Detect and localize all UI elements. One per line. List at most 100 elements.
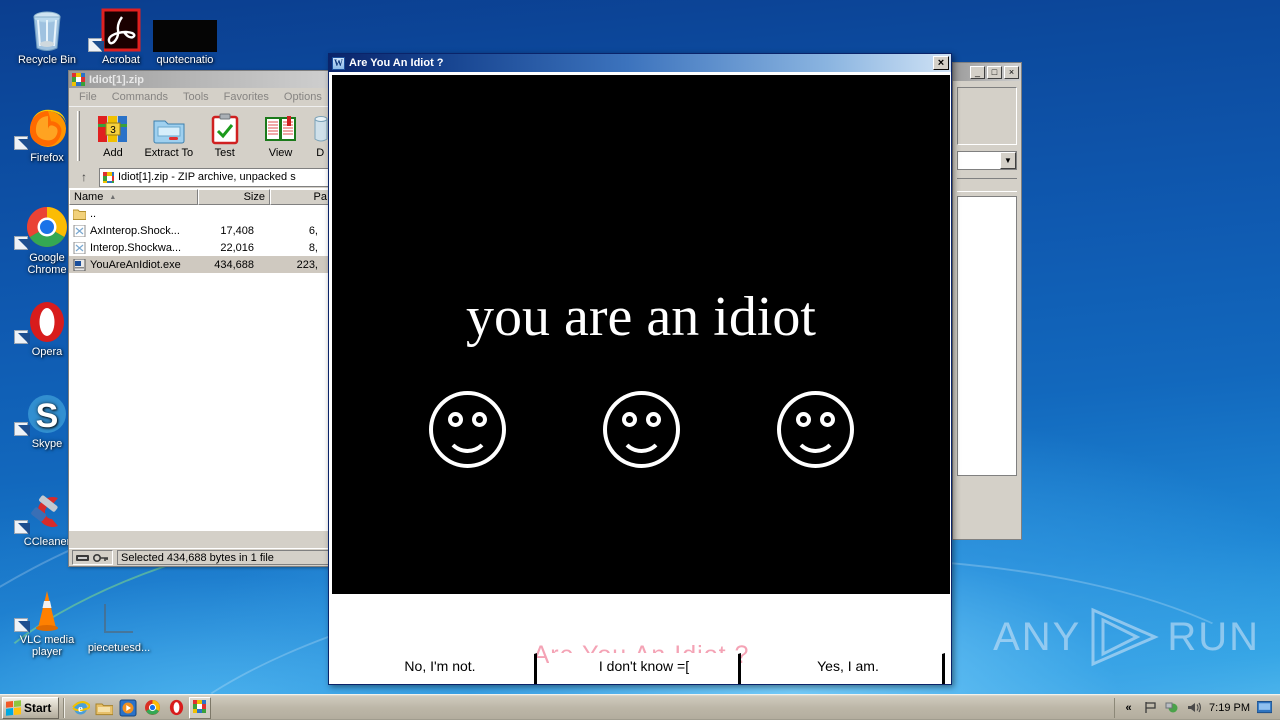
- desktop[interactable]: Recycle Bin Acrobat quotecnatio Firefox …: [0, 0, 1280, 720]
- menu-options[interactable]: Options: [284, 91, 322, 103]
- taskbar-google-chrome-icon[interactable]: [141, 697, 163, 719]
- system-tray[interactable]: « 7:19 PM: [1114, 697, 1278, 718]
- dialog-title: Are You An Idiot ?: [349, 57, 444, 69]
- yes-i-am-button[interactable]: Yes, I am.: [753, 653, 945, 684]
- desktop-icon-quotecnatio[interactable]: quotecnatio: [148, 8, 222, 66]
- background-window-pane: [957, 87, 1017, 145]
- network-icon[interactable]: [1165, 700, 1180, 715]
- winrar-window[interactable]: Idiot[1].zip File Commands Tools Favorit…: [68, 70, 333, 567]
- winrar-icon: [72, 73, 85, 86]
- toolbar-view-button[interactable]: View: [253, 111, 309, 159]
- toolbar-extract-to-button[interactable]: Extract To: [141, 111, 197, 159]
- key-icon: [93, 553, 108, 562]
- file-name-cell: ..: [69, 208, 194, 220]
- table-row[interactable]: YouAreAnIdiot.exe 434,688 223,: [69, 256, 332, 273]
- close-button[interactable]: ×: [1004, 65, 1019, 79]
- dll-file-icon: [73, 241, 86, 254]
- winrar-status-bar: Selected 434,688 bytes in 1 file: [69, 548, 332, 566]
- start-label: Start: [24, 700, 52, 715]
- menu-file[interactable]: File: [79, 91, 97, 103]
- file-packed-cell: 6,: [308, 224, 318, 237]
- menu-commands[interactable]: Commands: [112, 91, 168, 103]
- toolbar-test-button[interactable]: Test: [197, 111, 253, 159]
- menu-tools[interactable]: Tools: [183, 91, 209, 103]
- taskbar-show-desktop-icon[interactable]: [93, 697, 115, 719]
- table-row[interactable]: AxInterop.Shock... 17,408 6,: [69, 222, 332, 239]
- anyrun-watermark: ANY RUN: [993, 606, 1260, 668]
- close-icon[interactable]: ×: [933, 56, 949, 70]
- winrar-address-bar[interactable]: ↑ Idiot[1].zip - ZIP archive, unpacked s: [69, 166, 332, 188]
- desktop-icon-acrobat[interactable]: Acrobat: [84, 8, 158, 66]
- desktop-icon-label: Recycle Bin: [17, 54, 77, 66]
- toolbar-label: Add: [103, 147, 123, 159]
- shortcut-overlay-icon: [14, 422, 28, 436]
- flag-icon[interactable]: [1143, 700, 1158, 715]
- background-window[interactable]: _ □ × ▼: [952, 62, 1022, 540]
- windows-logo-icon: [6, 699, 21, 716]
- dialog-titlebar[interactable]: W Are You An Idiot ? ×: [329, 54, 951, 72]
- smiley-face-row: [332, 391, 950, 468]
- i-dont-know-button[interactable]: I don't know =[: [549, 653, 741, 684]
- chevron-down-icon[interactable]: ▼: [1000, 152, 1016, 169]
- minimize-button[interactable]: _: [970, 65, 985, 79]
- column-label: Size: [243, 191, 265, 203]
- app-icon: W: [332, 56, 345, 70]
- maximize-button[interactable]: □: [987, 65, 1002, 79]
- taskbar[interactable]: Start e « 7:19 PM: [0, 694, 1280, 720]
- smiley-face-icon: [602, 391, 680, 468]
- exe-file-icon: [73, 258, 86, 271]
- winrar-menubar[interactable]: File Commands Tools Favorites Options He…: [69, 88, 332, 106]
- no-im-not-button[interactable]: No, I'm not.: [345, 653, 537, 684]
- smiley-mouth: [444, 423, 490, 453]
- column-header-size[interactable]: Size: [198, 189, 270, 205]
- winrar-toolbar[interactable]: 3 Add Extract To Test View D: [69, 106, 332, 166]
- status-text: Selected 434,688 bytes in 1 file: [121, 551, 274, 564]
- table-row[interactable]: ..: [69, 205, 332, 222]
- show-hidden-icons-button[interactable]: «: [1121, 700, 1136, 715]
- column-header-packed[interactable]: Pa: [270, 189, 332, 205]
- column-header-name[interactable]: Name ▲: [69, 189, 198, 205]
- column-label: Name: [74, 191, 104, 203]
- taskbar-winrar-icon[interactable]: [189, 696, 212, 719]
- volume-icon[interactable]: [1187, 700, 1202, 715]
- show-desktop-button[interactable]: [1257, 700, 1272, 715]
- winrar-icon: [192, 700, 208, 715]
- status-icons: [72, 550, 113, 565]
- desktop-icon-vlc-media-player[interactable]: VLC media player: [10, 588, 84, 658]
- dialog-button-row[interactable]: No, I'm not. I don't know =[ Yes, I am.: [345, 653, 945, 684]
- background-window-divider: [957, 178, 1017, 192]
- toolbar-add-button[interactable]: 3 Add: [85, 111, 141, 159]
- toolbar-label: D: [316, 147, 325, 159]
- file-packed-cell: 8,: [308, 241, 318, 254]
- taskbar-opera-icon[interactable]: [165, 697, 187, 719]
- idiot-message-text: you are an idiot: [466, 286, 816, 348]
- menu-favorites[interactable]: Favorites: [224, 91, 269, 103]
- clock[interactable]: 7:19 PM: [1209, 702, 1250, 714]
- start-button[interactable]: Start: [2, 696, 60, 719]
- toolbar-grip[interactable]: [77, 111, 80, 161]
- file-list-header[interactable]: Name ▲ Size Pa: [69, 188, 332, 205]
- acrobat-icon: [84, 8, 158, 52]
- are-you-an-idiot-dialog[interactable]: W Are You An Idiot ? × you are an idiot: [328, 53, 952, 685]
- up-one-level-button[interactable]: ↑: [73, 167, 95, 187]
- disk-icon: [76, 554, 89, 561]
- desktop-icon-recycle-bin[interactable]: Recycle Bin: [10, 8, 84, 66]
- desktop-icon-piecetuesd[interactable]: piecetuesd...: [82, 596, 156, 654]
- toolbar-label: Test: [214, 147, 235, 159]
- shortcut-overlay-icon: [14, 136, 28, 150]
- table-row[interactable]: Interop.Shockwa... 22,016 8,: [69, 239, 332, 256]
- flash-animation-area[interactable]: you are an idiot: [332, 75, 950, 594]
- file-list[interactable]: .. AxInterop.Shock... 17,408 6, Interop.…: [69, 205, 332, 531]
- svg-text:3: 3: [110, 125, 116, 136]
- taskbar-windows-media-player-icon[interactable]: [117, 697, 139, 719]
- winrar-titlebar[interactable]: Idiot[1].zip: [69, 71, 332, 88]
- sort-ascending-icon: ▲: [109, 193, 117, 201]
- archive-path-field[interactable]: Idiot[1].zip - ZIP archive, unpacked s: [99, 167, 328, 187]
- shortcut-overlay-icon: [14, 520, 28, 534]
- background-window-dropdown[interactable]: ▼: [957, 151, 1017, 170]
- blank-document-icon: [82, 596, 156, 640]
- taskbar-internet-explorer-icon[interactable]: e: [69, 697, 91, 719]
- background-window-titlebar[interactable]: _ □ ×: [953, 63, 1021, 81]
- desktop-icon-label: Acrobat: [102, 54, 140, 66]
- column-label: Pa: [313, 191, 327, 203]
